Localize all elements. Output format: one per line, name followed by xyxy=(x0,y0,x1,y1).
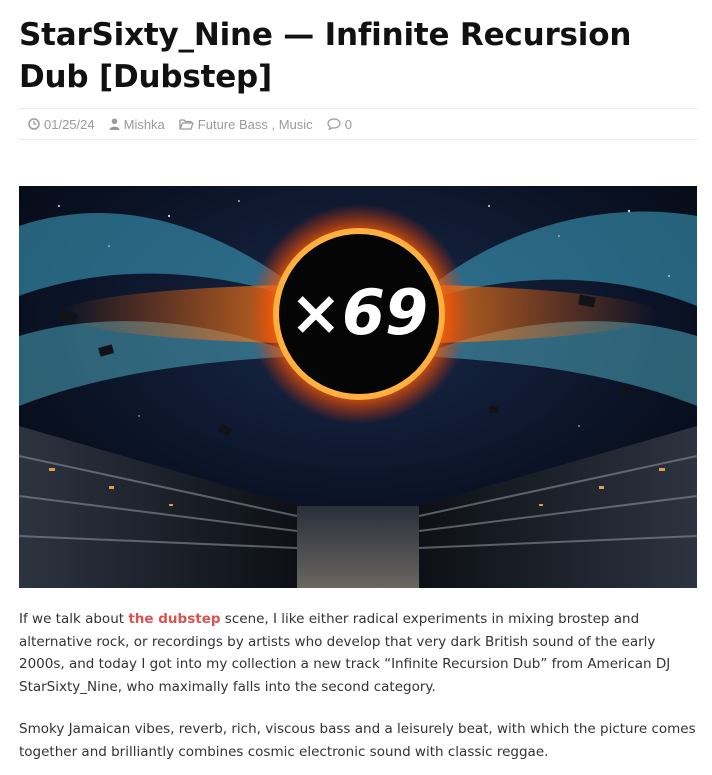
body-paragraph-1: If we talk about the dubstep scene, I li… xyxy=(19,608,697,698)
category-link-music[interactable]: Music xyxy=(279,117,313,132)
paragraph-1-start: If we talk about xyxy=(19,611,129,627)
post-categories: Future Bass , Music xyxy=(179,117,313,132)
post-comments[interactable]: 0 xyxy=(327,117,352,132)
post-date: 01/25/24 xyxy=(28,117,95,132)
post-meta-bar: 01/25/24 Mishka Future Bass , Music 0 xyxy=(19,108,698,140)
hero-image: ×69 xyxy=(19,186,697,588)
album-art-black-hole-image: ×69 xyxy=(19,186,697,588)
post-date-text: 01/25/24 xyxy=(44,116,95,132)
author-link[interactable]: Mishka xyxy=(124,117,165,132)
body-paragraph-2: Smoky Jamaican vibes, reverb, rich, visc… xyxy=(19,721,696,760)
category-link-future-bass[interactable]: Future Bass xyxy=(198,117,268,132)
folder-open-icon xyxy=(179,119,194,130)
post-title: StarSixty_Nine — Infinite Recursion Dub … xyxy=(19,17,632,95)
user-icon xyxy=(109,118,120,130)
comment-icon xyxy=(327,118,341,130)
category-separator: , xyxy=(267,116,279,132)
dubstep-link[interactable]: the dubstep xyxy=(128,611,220,627)
clock-icon xyxy=(28,118,40,130)
comments-count-link[interactable]: 0 xyxy=(345,117,352,132)
hero-logo-text: ×69 xyxy=(290,276,428,349)
post-author[interactable]: Mishka xyxy=(109,117,165,132)
